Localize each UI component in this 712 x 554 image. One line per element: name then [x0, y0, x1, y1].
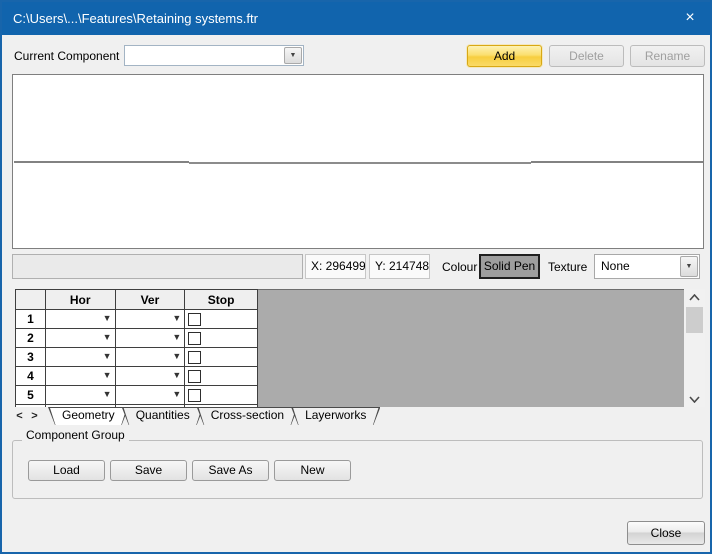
- stop-checkbox[interactable]: [188, 388, 202, 402]
- grid-column-header: Stop: [184, 289, 258, 310]
- tab-label: Quantities: [135, 408, 190, 422]
- component-group-label: Component Group: [22, 428, 129, 442]
- texture-combobox[interactable]: None ▼: [594, 254, 700, 279]
- colour-label: Colour: [442, 260, 478, 274]
- chevron-down-icon: ▼: [172, 313, 182, 324]
- tab-label: Geometry: [62, 408, 115, 422]
- stop-checkbox[interactable]: [188, 369, 202, 383]
- tab-quantities[interactable]: Quantities: [122, 407, 204, 425]
- hor-cell-combobox[interactable]: ▼: [44, 385, 116, 405]
- stop-checkbox[interactable]: [188, 350, 202, 364]
- y-coordinate-field: Y: 2147483: [369, 254, 430, 279]
- chevron-down-icon: ▼: [172, 389, 182, 400]
- hor-cell-combobox[interactable]: ▼: [44, 347, 116, 367]
- hor-cell-combobox[interactable]: ▼: [44, 328, 116, 348]
- chevron-down-icon: ▼: [172, 351, 182, 362]
- stop-cell: [184, 328, 258, 348]
- ver-cell-combobox[interactable]: ▼: [114, 309, 186, 329]
- ver-cell-combobox[interactable]: ▼: [114, 328, 186, 348]
- grid-row: 1 ▼ ▼: [15, 309, 258, 329]
- current-component-label: Current Component: [14, 49, 120, 63]
- geometry-grid: HorVerStop1▼▼2▼▼3▼▼4▼▼5▼▼6▼▼: [15, 289, 258, 407]
- grid-column-header: Hor: [44, 289, 116, 310]
- component-group-box: Load Save Save As New: [12, 440, 703, 499]
- scroll-up-icon[interactable]: [684, 289, 705, 305]
- chevron-down-icon[interactable]: ▼: [284, 47, 302, 64]
- stop-checkbox[interactable]: [188, 312, 202, 326]
- chevron-down-icon: ▼: [172, 370, 182, 381]
- grid-column-header: [15, 289, 46, 310]
- stop-cell: [184, 366, 258, 386]
- x-coordinate-field: X: 2964991: [305, 254, 366, 279]
- grid-row-number: 3: [15, 347, 46, 367]
- new-button[interactable]: New: [274, 460, 351, 481]
- chevron-down-icon: ▼: [102, 389, 112, 400]
- drawing-canvas[interactable]: [12, 74, 704, 249]
- info-field: [12, 254, 303, 279]
- grid-row-number: 1: [15, 309, 46, 329]
- scroll-down-icon[interactable]: [684, 391, 705, 407]
- grid-row: 4 ▼ ▼: [15, 366, 258, 386]
- stop-cell: [184, 309, 258, 329]
- canvas-line-segment: [14, 161, 189, 163]
- grid-row-number: 5: [15, 385, 46, 405]
- delete-button[interactable]: Delete: [549, 45, 624, 67]
- tab-label: Cross-section: [210, 408, 285, 422]
- chevron-down-icon: ▼: [102, 370, 112, 381]
- ver-cell-combobox[interactable]: ▼: [114, 347, 186, 367]
- hor-cell-combobox[interactable]: ▼: [44, 366, 116, 386]
- scrollbar-thumb[interactable]: [686, 307, 703, 333]
- grid-filler-area: [258, 289, 684, 407]
- title-bar: C:\Users\...\Features\Retaining systems.…: [2, 2, 710, 35]
- grid-row-number: 4: [15, 366, 46, 386]
- close-button[interactable]: Close: [627, 521, 705, 545]
- grid-row-number: 2: [15, 328, 46, 348]
- dialog-window: C:\Users\...\Features\Retaining systems.…: [0, 0, 712, 554]
- canvas-line-segment: [189, 162, 531, 164]
- texture-value: None: [601, 259, 630, 273]
- chevron-down-icon[interactable]: ▼: [680, 256, 698, 277]
- grid-scrollbar[interactable]: [684, 289, 705, 407]
- canvas-line-segment: [531, 161, 703, 163]
- load-button[interactable]: Load: [28, 460, 105, 481]
- tab-cross-section[interactable]: Cross-section: [197, 407, 298, 425]
- solid-pen-button[interactable]: Solid Pen: [479, 254, 540, 279]
- save-button[interactable]: Save: [110, 460, 187, 481]
- close-icon[interactable]: ×: [670, 2, 710, 35]
- chevron-down-icon: ▼: [102, 332, 112, 343]
- add-button[interactable]: Add: [467, 45, 542, 67]
- window-title: C:\Users\...\Features\Retaining systems.…: [13, 11, 258, 26]
- tab-scroll-left-icon[interactable]: <: [12, 407, 27, 425]
- chevron-down-icon: ▼: [172, 332, 182, 343]
- tab-geometry[interactable]: Geometry: [48, 407, 129, 425]
- texture-label: Texture: [548, 260, 588, 274]
- grid-row: 5 ▼ ▼: [15, 385, 258, 405]
- sheet-tabstrip: < > Geometry Quantities Cross-section Layer…: [12, 407, 700, 425]
- ver-cell-combobox[interactable]: ▼: [114, 385, 186, 405]
- grid-row: 3 ▼ ▼: [15, 347, 258, 367]
- ver-cell-combobox[interactable]: ▼: [114, 366, 186, 386]
- stop-cell: [184, 347, 258, 367]
- hor-cell-combobox[interactable]: ▼: [44, 309, 116, 329]
- grid-row: 2 ▼ ▼: [15, 328, 258, 348]
- grid-column-header: Ver: [114, 289, 186, 310]
- stop-checkbox[interactable]: [188, 331, 202, 345]
- tab-layerworks[interactable]: Layerworks: [291, 407, 380, 425]
- current-component-combobox[interactable]: ▼: [124, 45, 304, 66]
- stop-cell: [184, 385, 258, 405]
- rename-button[interactable]: Rename: [630, 45, 705, 67]
- chevron-down-icon: ▼: [102, 313, 112, 324]
- grid-header-row: Hor Ver Stop: [15, 289, 258, 310]
- save-as-button[interactable]: Save As: [192, 460, 269, 481]
- chevron-down-icon: ▼: [102, 351, 112, 362]
- tab-label: Layerworks: [305, 408, 367, 422]
- tab-scroll-right-icon[interactable]: >: [27, 407, 42, 425]
